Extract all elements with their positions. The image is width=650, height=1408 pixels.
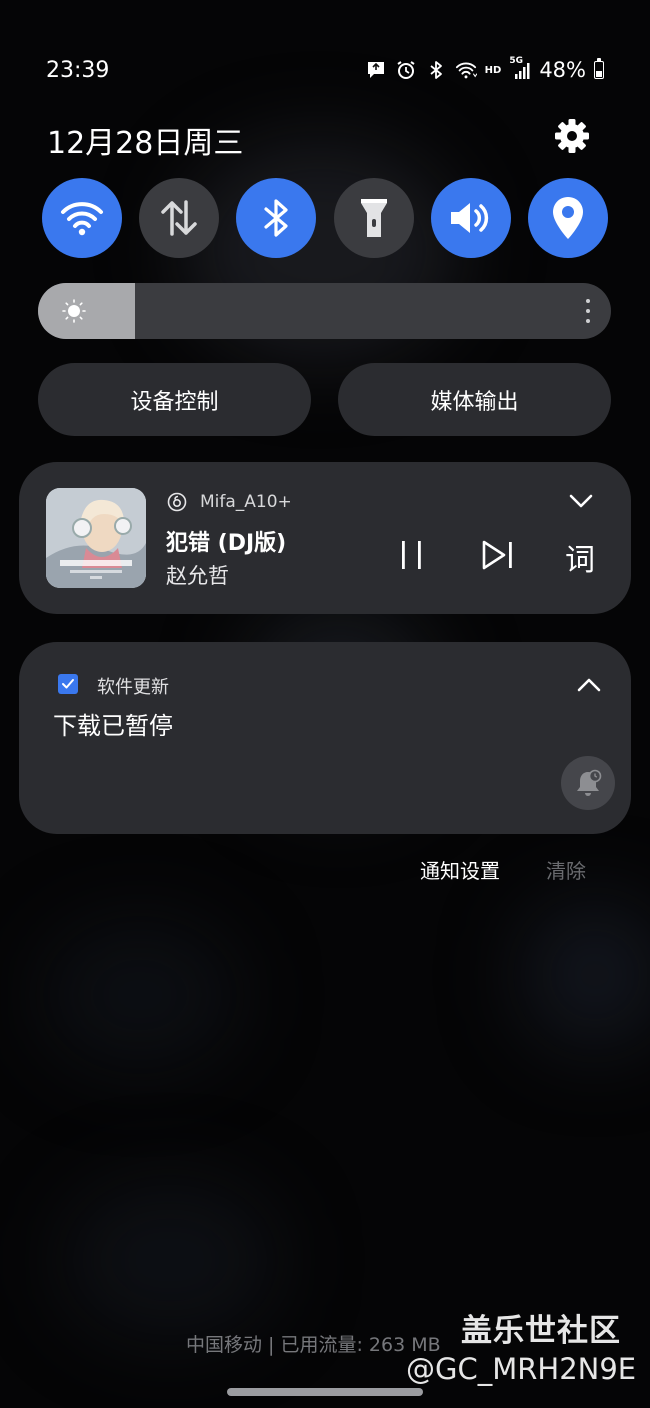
settings-button[interactable] (552, 116, 592, 156)
location-pin-icon (552, 197, 583, 239)
netease-music-icon (167, 492, 187, 512)
gear-icon (555, 119, 589, 153)
song-title: 犯错 (DJ版) (166, 531, 287, 556)
brightness-more-icon[interactable] (581, 299, 595, 323)
next-track-button[interactable] (479, 538, 515, 572)
status-bar: 23:39 HD 5G 48% (0, 0, 650, 110)
hd-voice-label: HD (484, 64, 502, 76)
watermark-site: 盖乐世社区 (461, 1313, 621, 1349)
notification-app-name: 软件更新 (97, 677, 169, 698)
media-output-button[interactable]: 媒体输出 (338, 363, 611, 436)
alarm-icon (395, 59, 417, 81)
arrows-updown-icon (161, 200, 197, 236)
chevron-up-icon[interactable] (575, 674, 603, 696)
pause-button[interactable] (397, 538, 427, 572)
bluetooth-icon (264, 199, 288, 237)
song-artist: 赵允哲 (166, 564, 229, 588)
album-art (46, 488, 146, 588)
watermark-user: @GC_MRH2N9E (406, 1352, 637, 1386)
status-icons: HD 5G 48% (365, 56, 604, 82)
notification-settings-link[interactable]: 通知设置 (420, 855, 500, 884)
wifi-icon (61, 202, 103, 236)
carrier-data-usage: 中国移动 | 已用流量: 263 MB (186, 1334, 441, 1356)
snooze-button[interactable] (561, 756, 615, 810)
brightness-fill (38, 283, 136, 339)
qs-wifi-toggle[interactable] (42, 178, 122, 258)
battery-percent: 48% (539, 58, 586, 82)
sun-icon (62, 299, 86, 323)
chevron-down-icon[interactable] (567, 490, 595, 512)
qs-mobile-data-toggle[interactable] (139, 178, 220, 258)
qs-location-toggle[interactable] (527, 178, 608, 258)
bell-snooze-icon (577, 769, 602, 796)
date-label: 12月28日周三 (47, 126, 244, 161)
qs-bluetooth-toggle[interactable] (236, 178, 317, 258)
home-indicator[interactable] (227, 1388, 423, 1396)
media-output-device: Mifa_A10+ (200, 492, 292, 512)
qs-flashlight-toggle[interactable] (333, 178, 414, 258)
signal-icon: 5G (509, 56, 531, 81)
media-player-card[interactable]: Mifa_A10+ 犯错 (DJ版) 赵允哲 词 (19, 462, 631, 614)
software-update-notification[interactable]: 软件更新 下载已暂停 (19, 642, 631, 834)
device-control-button[interactable]: 设备控制 (38, 363, 311, 436)
bluetooth-icon (425, 59, 447, 81)
speaker-icon (450, 203, 488, 233)
brightness-slider[interactable] (38, 283, 611, 339)
checkbox-icon (58, 674, 78, 694)
quick-settings-row (42, 178, 608, 258)
qs-sound-toggle[interactable] (430, 178, 511, 258)
flashlight-icon (360, 199, 387, 237)
status-time: 23:39 (46, 58, 110, 83)
wifi-icon (455, 59, 477, 81)
lyrics-button[interactable]: 词 (565, 535, 595, 579)
chat-notification-icon (365, 59, 387, 81)
battery-icon (594, 58, 604, 79)
clear-notifications-button[interactable]: 清除 (546, 855, 586, 884)
notification-message: 下载已暂停 (53, 712, 173, 740)
